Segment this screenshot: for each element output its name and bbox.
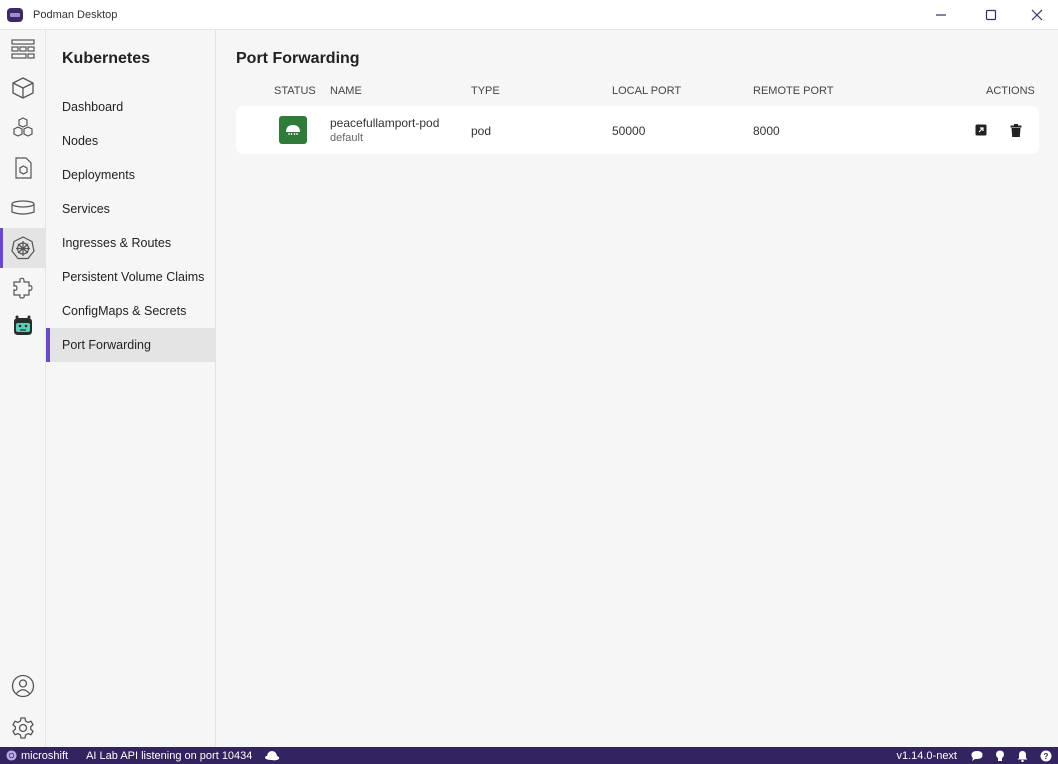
app-version[interactable]: v1.14.0-next xyxy=(896,750,957,762)
column-header-type[interactable]: TYPE xyxy=(471,85,500,97)
subnav-item-persistent-volume-claims[interactable]: Persistent Volume Claims xyxy=(46,260,215,294)
remote-port-cell: 8000 xyxy=(753,124,780,138)
column-header-name[interactable]: NAME xyxy=(330,85,362,97)
local-port-cell: 50000 xyxy=(612,124,646,138)
dashboard-icon xyxy=(11,39,35,59)
ai-lab-icon xyxy=(14,315,32,335)
svg-text:?: ? xyxy=(1044,752,1049,761)
subnav-item-port-forwarding[interactable]: Port Forwarding xyxy=(46,328,215,362)
status-bar: microshift AI Lab API listening on port … xyxy=(0,747,1058,764)
pods-icon xyxy=(13,117,33,137)
name-cell[interactable]: peacefullamport-pod default xyxy=(330,116,439,144)
nav-ai-lab[interactable] xyxy=(0,306,46,346)
help-icon: ? xyxy=(1040,750,1052,761)
maximize-button[interactable] xyxy=(968,0,1014,30)
pod-namespace: default xyxy=(330,132,364,144)
subnav-item-label: ConfigMaps & Secrets xyxy=(62,304,187,318)
account-icon xyxy=(11,674,35,698)
podman-logo-icon xyxy=(7,7,23,22)
column-header-remote-port[interactable]: REMOTE PORT xyxy=(753,85,833,97)
nav-account[interactable] xyxy=(0,666,46,706)
subnav-title: Kubernetes xyxy=(62,50,151,67)
subnav-item-services[interactable]: Services xyxy=(46,192,215,226)
trash-icon xyxy=(1010,123,1022,137)
subnav-item-label: Persistent Volume Claims xyxy=(62,270,205,284)
nav-extensions[interactable] xyxy=(0,268,46,308)
status-message[interactable]: AI Lab API listening on port 10434 xyxy=(86,750,252,762)
subnav-item-dashboard[interactable]: Dashboard xyxy=(46,90,215,124)
subnav-item-label: Ingresses & Routes xyxy=(62,236,172,250)
column-header-local-port[interactable]: LOCAL PORT xyxy=(612,85,681,97)
feedback-button[interactable] xyxy=(971,750,983,761)
subnav-item-ingresses-routes[interactable]: Ingresses & Routes xyxy=(46,226,215,260)
minimize-button[interactable] xyxy=(918,0,964,30)
kubernetes-subnav: Kubernetes Dashboard Nodes Deployments S… xyxy=(46,30,216,747)
nav-dashboard[interactable] xyxy=(0,30,46,70)
minimize-icon xyxy=(936,14,946,16)
images-icon xyxy=(15,157,32,179)
maximize-icon xyxy=(985,9,997,21)
app-title: Podman Desktop xyxy=(33,8,118,21)
extensions-icon xyxy=(13,277,33,299)
kube-context[interactable]: microshift xyxy=(6,750,68,762)
delete-button[interactable] xyxy=(1009,123,1023,137)
pod-name[interactable]: peacefullamport-pod xyxy=(330,116,439,130)
subnav-item-label: Deployments xyxy=(62,168,135,182)
containers-icon xyxy=(12,77,34,99)
subnav-item-deployments[interactable]: Deployments xyxy=(46,158,215,192)
subnav-item-label: Dashboard xyxy=(62,100,124,114)
column-header-actions: ACTIONS xyxy=(986,85,1035,97)
kubernetes-context-icon xyxy=(6,750,17,761)
help-button[interactable]: ? xyxy=(1040,750,1052,762)
close-button[interactable] xyxy=(1014,0,1058,30)
table-row[interactable]: peacefullamport-pod default pod 50000 80… xyxy=(236,106,1039,154)
type-cell: pod xyxy=(471,124,492,138)
nav-rail xyxy=(0,30,46,747)
nav-kubernetes[interactable] xyxy=(0,228,46,268)
redhat-icon[interactable] xyxy=(264,750,280,761)
status-badge xyxy=(279,116,307,144)
subnav-item-configmaps-secrets[interactable]: ConfigMaps & Secrets xyxy=(46,294,215,328)
kubernetes-icon xyxy=(11,236,35,260)
subnav-item-label: Services xyxy=(62,202,110,216)
column-header-status: STATUS xyxy=(274,85,316,97)
notifications-icon xyxy=(1017,750,1028,762)
nav-settings[interactable] xyxy=(0,708,46,748)
nav-volumes[interactable] xyxy=(0,188,46,228)
nav-containers[interactable] xyxy=(0,68,46,108)
kube-context-label: microshift xyxy=(21,749,69,762)
notifications-button[interactable] xyxy=(1017,750,1028,762)
nav-images[interactable] xyxy=(0,148,46,188)
open-external-icon xyxy=(975,124,987,136)
tips-button[interactable] xyxy=(995,750,1005,762)
volumes-icon xyxy=(11,200,35,215)
pod-running-icon xyxy=(286,125,300,135)
open-external-button[interactable] xyxy=(974,123,988,137)
tips-icon xyxy=(996,750,1004,761)
nav-pods[interactable] xyxy=(0,108,46,148)
subnav-item-nodes[interactable]: Nodes xyxy=(46,124,215,158)
page-title: Port Forwarding xyxy=(236,50,360,67)
subnav-item-label: Port Forwarding xyxy=(62,338,151,352)
main-content: Port Forwarding STATUS NAME TYPE LOCAL P… xyxy=(216,30,1058,747)
subnav-item-label: Nodes xyxy=(62,134,99,148)
settings-icon xyxy=(12,717,34,739)
close-icon xyxy=(1031,9,1043,21)
feedback-icon xyxy=(971,751,983,761)
title-bar: Podman Desktop xyxy=(0,0,1058,30)
